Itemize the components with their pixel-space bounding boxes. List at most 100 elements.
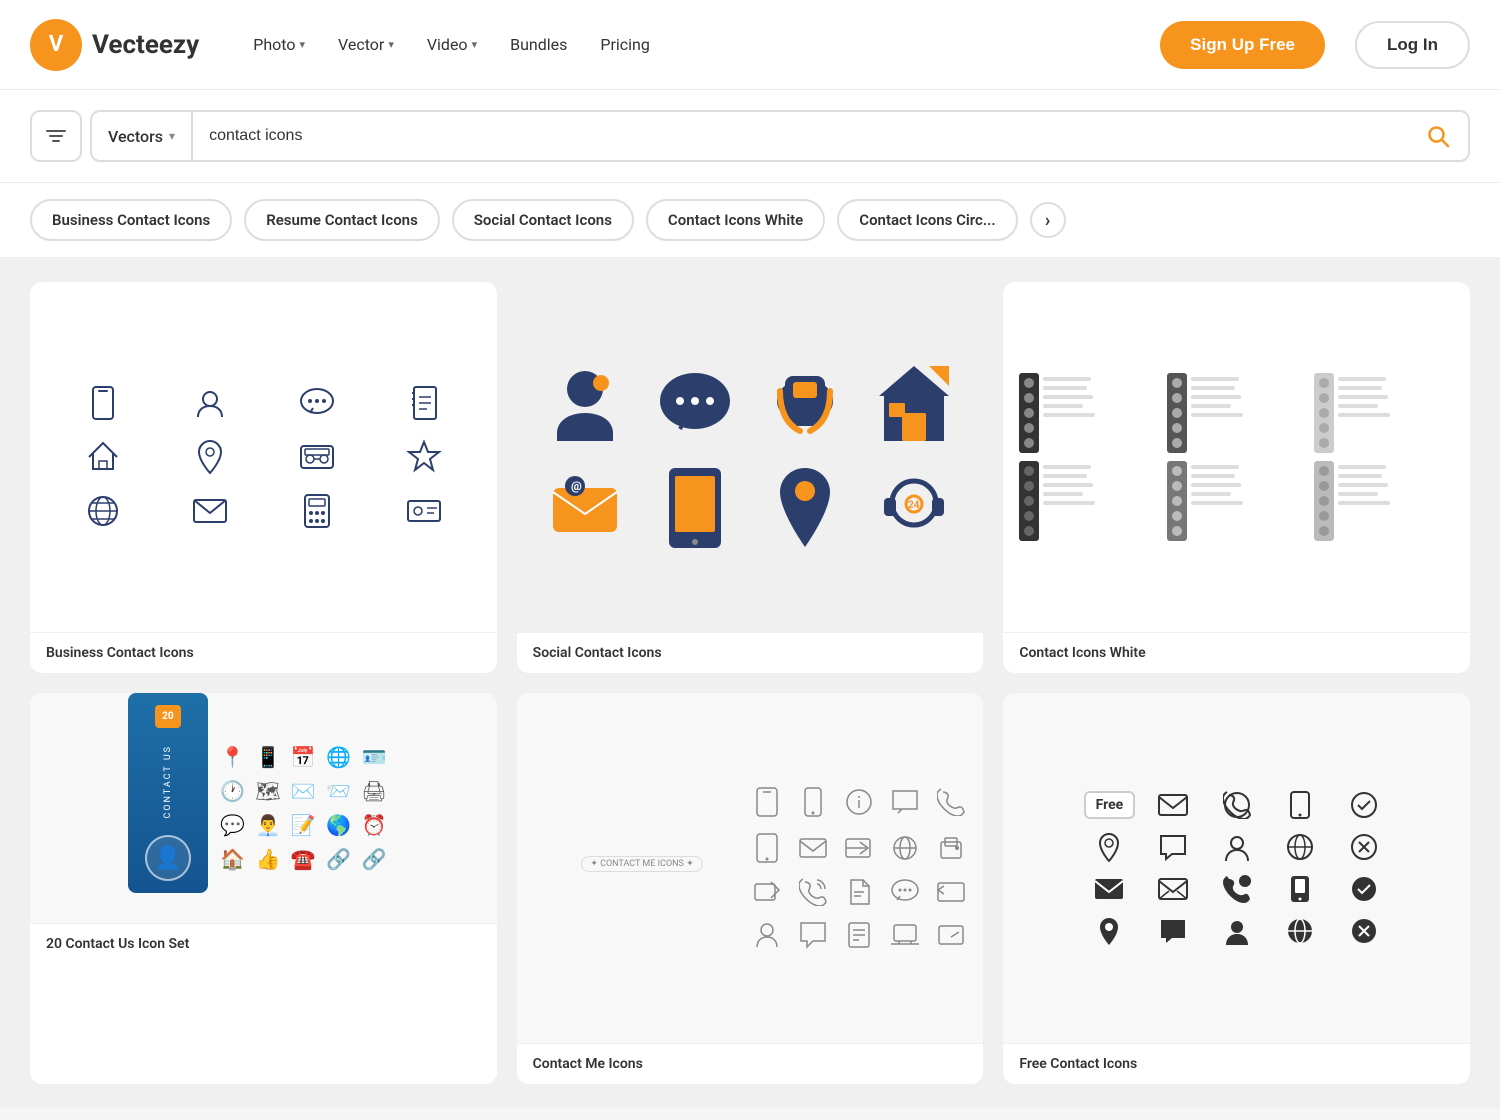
contact-block-6 [1314,461,1454,541]
card-title: 20 Contact Us Icon Set [30,923,497,964]
signup-button[interactable]: Sign Up Free [1160,21,1325,69]
nav-video[interactable]: Video ▾ [413,27,491,62]
tablet-icon [646,463,744,553]
filter-chips: Business Contact Icons Resume Contact Ic… [0,183,1500,258]
reply-icon [935,878,967,906]
free-badge: Free [1084,790,1136,820]
globe2-icon: 🌎 [326,813,351,837]
idcard-icon: 🪪 [361,745,386,769]
contact-block-5 [1167,461,1307,541]
call-outline-icon [1211,790,1263,820]
x-circle-icon [1338,832,1390,862]
user2-icon [1211,916,1263,946]
filter-button[interactable] [30,110,82,162]
card-contact-white[interactable]: Contact Icons White [1003,282,1470,673]
logo-icon: V [30,19,82,71]
search-icon [1426,124,1450,148]
reply2-icon [935,920,967,950]
svg-text:24: 24 [908,500,920,511]
nav-vector[interactable]: Vector ▾ [324,27,408,62]
header: V Vecteezy Photo ▾ Vector ▾ Video ▾ Bund… [0,0,1500,90]
hours-icon: ⏰ [361,813,386,837]
search-type-dropdown[interactable]: Vectors ▾ [92,112,193,160]
contact-block-4 [1019,461,1159,541]
chip-business[interactable]: Business Contact Icons [30,199,232,241]
message2-icon [1147,916,1199,946]
svg-text:@: @ [571,479,582,493]
card-title: Social Contact Icons [517,632,984,673]
card-business-contact[interactable]: Business Contact Icons [30,282,497,673]
chip-white[interactable]: Contact Icons White [646,199,825,241]
card4-sidebar: 20 CONTACT US 👤 [128,693,208,893]
search-input[interactable] [193,127,1408,145]
card-contact-me[interactable]: ✦ CONTACT ME ICONS ✦ [517,693,984,1084]
laptop-icon [889,920,921,950]
globe-icon [58,493,147,529]
nav-photo[interactable]: Photo ▾ [239,27,319,62]
login-button[interactable]: Log In [1355,21,1470,69]
cassette-icon [272,439,361,475]
message-icon [1147,832,1199,862]
house-icon [866,361,964,451]
contact-block-1 [1019,373,1159,453]
card-title: Contact Icons White [1003,632,1470,673]
search-bar: Vectors ▾ [0,90,1500,183]
globe3-icon [889,832,921,864]
link-icon: 🔗 [361,847,386,871]
phone-filled-icon [1211,874,1263,904]
chip-circle[interactable]: Contact Icons Circ... [837,199,1017,241]
location-icon: 📍 [220,745,245,769]
calculator-icon [272,493,361,529]
logo[interactable]: V Vecteezy [30,19,199,71]
notebook-icon [379,385,468,421]
globe-icon: 🌐 [326,745,351,769]
call-icon [935,786,967,818]
card-title: Business Contact Icons [30,632,497,673]
card-image: Free [1003,693,1470,1043]
check2-icon [1338,874,1390,904]
nav-pricing[interactable]: Pricing [586,27,664,62]
phone-icon: 📱 [255,745,280,769]
more-chips-button[interactable]: › [1030,202,1066,238]
phone-icon [58,385,147,421]
map-icon: 🗺 [255,779,280,803]
speech-icon [889,878,921,906]
user-outline-icon [1211,832,1263,862]
mail2-outline-icon [1147,874,1199,904]
icons-grid: 📍 📱 📅 🌐 🪪 🕐 🗺 ✉️ 📨 🖨 💬 👨‍💼 📝 🌎 [208,693,399,923]
vcard-icon [379,493,468,529]
card-free-contact[interactable]: Free [1003,693,1470,1084]
main-nav: Photo ▾ Vector ▾ Video ▾ Bundles Pricing [239,27,669,62]
search-button[interactable] [1408,124,1468,148]
card-social-contact[interactable]: @ [517,282,984,673]
mail-filled-icon [1084,874,1136,904]
phone2-icon: ☎️ [291,847,316,871]
card-title: Free Contact Icons [1003,1043,1470,1084]
device-icon [751,786,783,818]
card-image [1003,282,1470,632]
card-image: ✦ CONTACT ME ICONS ✦ [517,693,984,1043]
search-wrapper: Vectors ▾ [90,110,1470,162]
agent-icon [537,361,635,451]
chevron-down-icon: ▾ [169,129,175,143]
card-image [30,282,497,632]
document-icon [843,878,875,906]
printer-icon: 🖨 [361,779,386,803]
info-icon [843,786,875,818]
support-icon: 👨‍💼 [255,813,280,837]
nav-bundles[interactable]: Bundles [496,27,581,62]
card-image: @ [517,282,984,632]
chip-resume[interactable]: Resume Contact Icons [244,199,440,241]
x2-circle-icon [1338,916,1390,946]
logo-name: Vecteezy [92,30,199,60]
chip-social[interactable]: Social Contact Icons [452,199,634,241]
star-icon [379,439,468,475]
card-20-contact[interactable]: 20 CONTACT US 👤 📍 📱 📅 🌐 🪪 🕐 🗺 ✉️ [30,693,497,1084]
support2-icon: 🔗 [326,847,351,871]
location-icon [165,439,254,475]
contact-block-3 [1314,373,1454,453]
telephone-icon [756,361,854,451]
mail-icon [165,493,254,529]
home-icon [58,439,147,475]
contact-us-label: CONTACT US [163,745,173,819]
